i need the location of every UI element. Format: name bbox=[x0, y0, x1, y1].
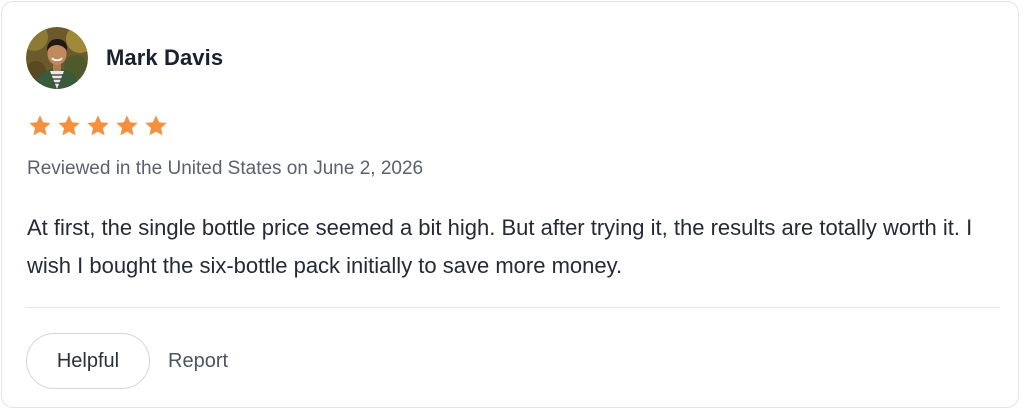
star-icon bbox=[87, 115, 109, 136]
divider bbox=[26, 307, 1000, 308]
reviewer-name: Mark Davis bbox=[106, 45, 224, 70]
review-header: Mark Davis bbox=[26, 27, 223, 89]
review-actions: Helpful Report bbox=[26, 333, 228, 389]
star-icon bbox=[58, 115, 80, 136]
review-date: Reviewed in the United States on June 2,… bbox=[27, 158, 424, 179]
star-icon bbox=[116, 115, 138, 136]
review-card: Mark Davis Reviewed in the United States… bbox=[1, 1, 1019, 408]
star-icon bbox=[29, 115, 51, 136]
star-icon bbox=[145, 115, 167, 136]
report-link[interactable]: Report bbox=[168, 350, 228, 373]
review-text: At first, the single bottle price seemed… bbox=[27, 215, 973, 278]
helpful-button[interactable]: Helpful bbox=[26, 333, 150, 389]
avatar bbox=[26, 27, 88, 89]
star-rating bbox=[27, 113, 169, 139]
